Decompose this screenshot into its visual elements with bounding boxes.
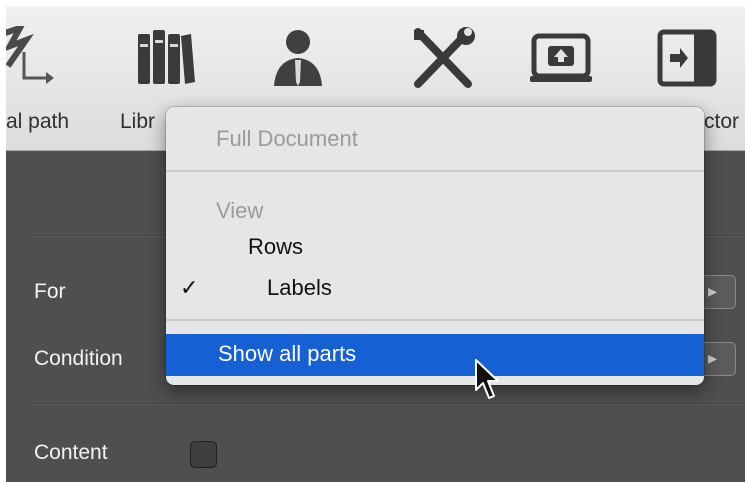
for-label: For — [34, 280, 66, 303]
menu-item-label: Rows — [248, 234, 304, 259]
toolbar-label-inspector: ctor — [704, 110, 740, 133]
menu-separator — [166, 170, 704, 172]
menu-item-rows[interactable]: Rows — [166, 230, 704, 264]
parts-popup-menu: Full Document View Rows ✓ Labels Show al… — [166, 107, 704, 385]
tools-icon — [414, 27, 475, 88]
mouse-pointer-icon — [475, 359, 499, 399]
toolbar-label-library: Libr — [120, 110, 156, 133]
menu-item-labels[interactable]: ✓ Labels — [166, 271, 704, 305]
app-window: al path Libr ctor For ▸ Condition ▸ Cont… — [6, 6, 745, 482]
toolbar-label-path: al path — [6, 110, 70, 133]
menu-item-label: Full Document — [216, 126, 358, 151]
popup-arrow-icon: ▸ — [708, 348, 718, 368]
menu-item-full-document: Full Document — [166, 122, 704, 156]
menu-item-label: Show all parts — [218, 341, 357, 366]
menu-separator — [166, 319, 704, 321]
condition-label: Condition — [34, 347, 123, 370]
content-checkbox[interactable] — [190, 441, 217, 468]
person-icon — [274, 30, 322, 86]
content-label: Content — [34, 441, 108, 464]
inspector-icon — [657, 29, 717, 87]
toolbar-item-path[interactable]: al path — [6, 6, 116, 150]
xpath-arrow-icon — [6, 26, 54, 84]
section-divider — [34, 403, 745, 405]
menu-item-label: View — [216, 198, 264, 223]
upload-icon — [530, 33, 592, 82]
menu-header-view: View — [166, 194, 704, 228]
menu-item-label: Labels — [267, 275, 332, 300]
checkmark-icon: ✓ — [180, 275, 199, 300]
popup-arrow-icon: ▸ — [708, 281, 718, 301]
library-books-icon — [138, 30, 195, 84]
menu-item-show-all-parts[interactable]: Show all parts — [166, 334, 704, 376]
